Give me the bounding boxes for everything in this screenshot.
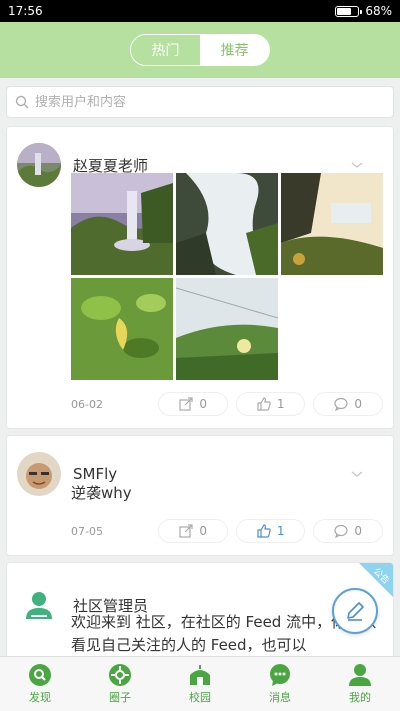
like-button[interactable]: 1 <box>235 392 306 416</box>
photo-leaves[interactable] <box>71 278 173 380</box>
tab-recommend[interactable]: 推荐 <box>200 35 269 65</box>
share-button[interactable]: 0 <box>158 519 228 543</box>
chevron-down-icon[interactable] <box>349 466 365 482</box>
nav-discover[interactable]: 发现 <box>0 657 80 711</box>
thumbs-up-icon <box>257 397 271 411</box>
nav-campus[interactable]: 校园 <box>160 657 240 711</box>
nav-campus-label: 校园 <box>189 691 211 704</box>
compose-button[interactable] <box>332 588 378 634</box>
nav-profile[interactable]: 我的 <box>320 657 400 711</box>
admin-avatar[interactable] <box>17 583 61 627</box>
comment-count: 0 <box>354 524 363 538</box>
tab-hot[interactable]: 热门 <box>131 35 200 65</box>
status-time: 17:56 <box>8 4 43 18</box>
nav-messages-label: 消息 <box>269 691 291 704</box>
bottom-nav: 发现 圈子 校园 消息 我的 <box>0 656 400 711</box>
comment-button[interactable]: 0 <box>313 392 383 416</box>
avatar[interactable] <box>17 143 61 187</box>
author-name[interactable]: SMFly <box>73 465 349 483</box>
search-bar[interactable] <box>6 86 394 118</box>
photo-canyon[interactable] <box>281 173 383 275</box>
battery-icon <box>335 5 363 17</box>
thumbs-up-icon <box>257 524 271 538</box>
nav-profile-label: 我的 <box>349 691 371 704</box>
comment-count: 0 <box>354 397 363 411</box>
chevron-down-icon[interactable] <box>349 157 365 173</box>
status-bar: 17:56 68% <box>0 0 400 22</box>
admin-person-icon <box>26 592 52 619</box>
pencil-icon <box>347 602 364 621</box>
card-footer: 07-05 0 1 0 <box>7 505 393 555</box>
like-count: 1 <box>276 524 285 538</box>
search-input[interactable] <box>35 94 385 110</box>
comment-icon <box>334 524 349 538</box>
search-icon <box>15 95 29 109</box>
comment-icon <box>334 397 349 411</box>
message-icon <box>268 663 292 687</box>
photo-cascade[interactable] <box>176 173 278 275</box>
feed-card[interactable]: 赵夏夏老师 06-02 0 1 0 <box>6 126 394 429</box>
post-date: 06-02 <box>71 397 103 411</box>
card-footer: 06-02 0 1 0 <box>7 380 393 428</box>
share-count: 0 <box>199 524 208 538</box>
post-date: 07-05 <box>71 524 103 538</box>
share-count: 0 <box>199 397 208 411</box>
avatar[interactable] <box>17 452 61 496</box>
share-icon <box>179 397 193 411</box>
feed-card[interactable]: SMFly 逆袭why 07-05 0 1 0 <box>6 435 394 556</box>
nav-circle[interactable]: 圈子 <box>80 657 160 711</box>
nav-discover-label: 发现 <box>29 691 51 704</box>
photo-grid <box>71 173 383 380</box>
status-right: 68% <box>335 4 392 18</box>
battery-percent: 68% <box>365 4 392 18</box>
like-button[interactable]: 1 <box>235 519 306 543</box>
campus-icon <box>188 663 212 687</box>
nav-circle-label: 圈子 <box>109 691 131 704</box>
share-icon <box>179 524 193 538</box>
header: 热门 推荐 <box>0 22 400 78</box>
nav-messages[interactable]: 消息 <box>240 657 320 711</box>
like-count: 1 <box>276 397 285 411</box>
discover-icon <box>28 663 52 687</box>
profile-icon <box>348 663 372 687</box>
feed-tab-switcher: 热门 推荐 <box>130 34 270 66</box>
share-button[interactable]: 0 <box>158 392 228 416</box>
circle-icon <box>108 663 132 687</box>
post-text: 逆袭why <box>71 484 132 502</box>
photo-waterfall[interactable] <box>71 173 173 275</box>
comment-button[interactable]: 0 <box>313 519 383 543</box>
photo-grass-flowers[interactable] <box>176 278 278 380</box>
